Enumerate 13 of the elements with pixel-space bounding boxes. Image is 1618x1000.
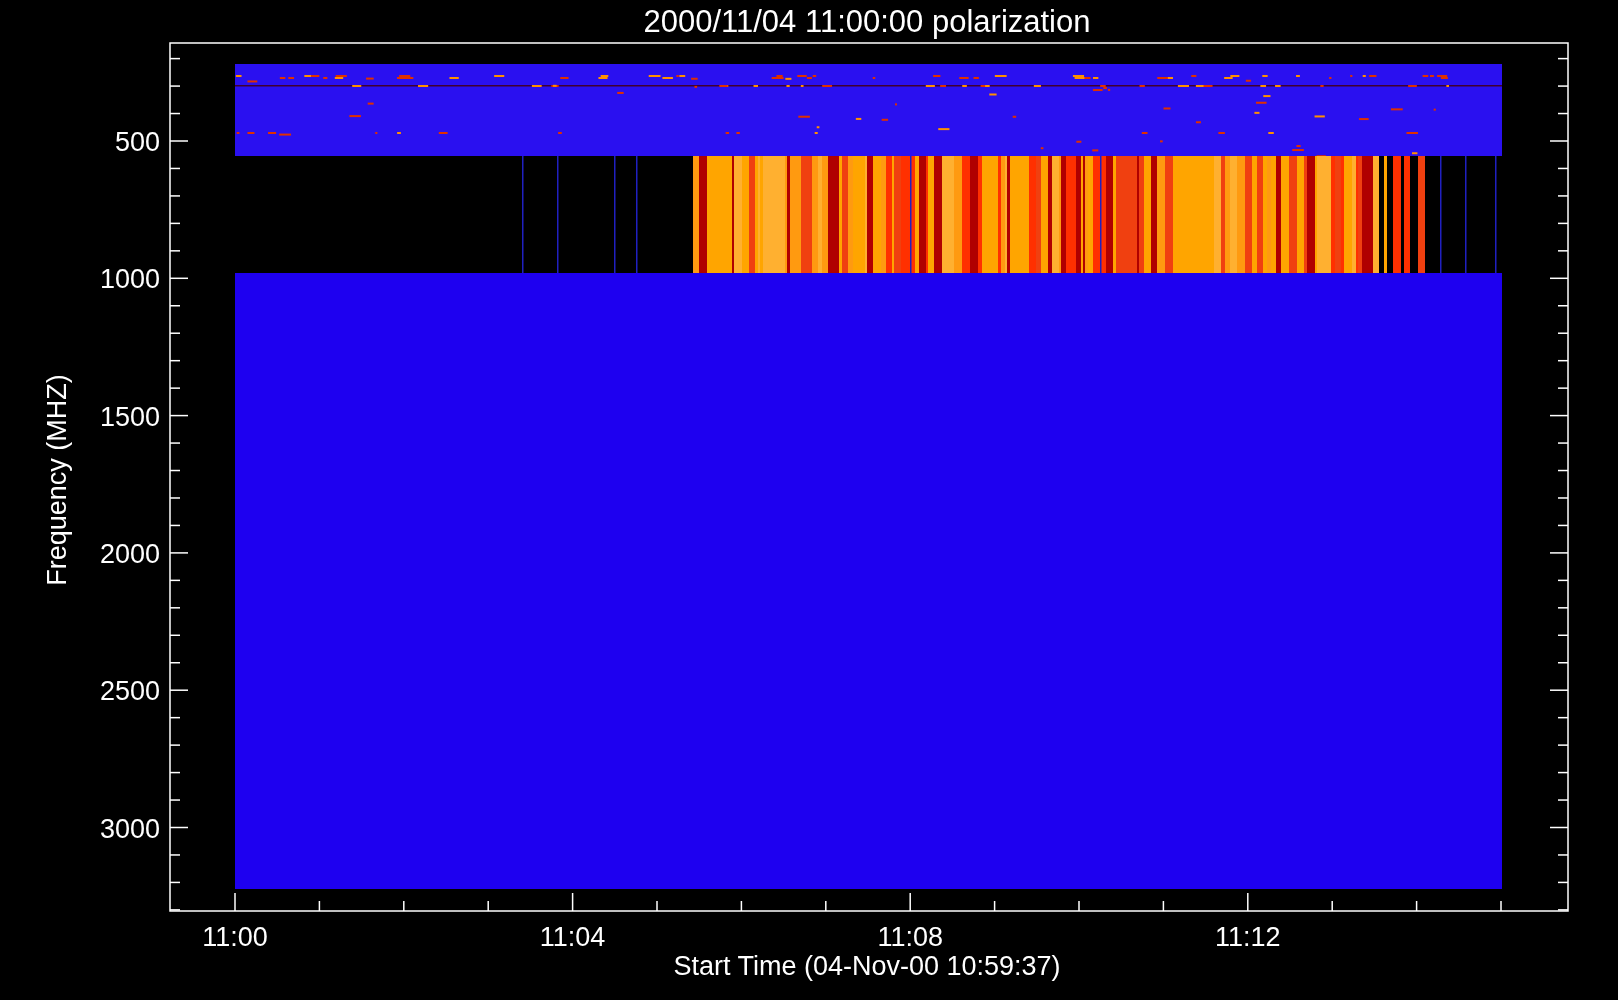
y-tick-label: 1000 [99,264,160,295]
y-tick-label: 500 [114,127,160,157]
y-tick-label: 3000 [99,813,160,844]
x-tick-label: 11:00 [202,922,268,952]
y-tick-label: 2500 [99,676,160,707]
y-tick-label: 2000 [99,538,160,569]
x-tick-label: 11:04 [539,922,606,952]
y-tick-label: 1500 [99,401,160,432]
x-tick-label: 11:12 [1215,922,1281,952]
y-axis-label: Frequency (MHZ) [42,374,72,586]
x-tick-label: 11:08 [877,922,943,952]
x-axis-label: Start Time (04-Nov-00 10:59:37) [673,951,1061,981]
plot-title: 2000/11/04 11:00:00 polarization [643,4,1091,39]
